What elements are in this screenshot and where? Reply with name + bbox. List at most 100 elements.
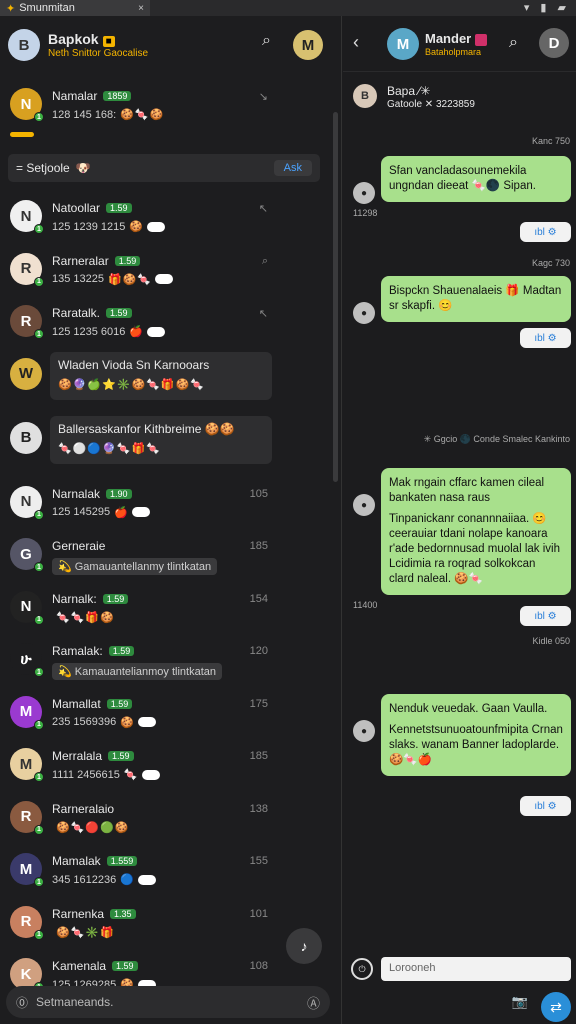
pinned-chat[interactable]: N1 Namalar 1859 128 145 168: 🍪🍬🍪 ↘ — [0, 80, 342, 137]
chat-title: Rarneralar — [52, 253, 109, 268]
account-badge: ■ — [102, 36, 115, 47]
avatar: R1 — [10, 800, 44, 835]
search-icon[interactable]: ⌕ — [262, 32, 271, 50]
reaction-pill — [147, 326, 166, 337]
chat-row[interactable]: R 1 Rarneralar 1.59 135 13225 🎁🍪🍬 ⌕ — [0, 245, 342, 298]
chat-time: 120 — [249, 645, 268, 657]
message-preview-box: Ballersaskanfor Kithbreime 🍪🍪 🍬⚪🔵🔮🍬🎁🍬 — [50, 415, 272, 464]
chat-title: Rarneralaio — [52, 801, 115, 816]
mic-icon[interactable]: ⓪ — [16, 994, 28, 1011]
chat-row[interactable]: N 1 Narnalk: 1.59 🍬🍬🎁🍪 154 — [0, 583, 342, 636]
list-header: B Bapkok ■ Neth Snittor Gaocalise ⌕ M — [0, 16, 342, 74]
message-time: 11298 — [353, 208, 378, 218]
section-title: = Setjoole — [16, 161, 70, 175]
tab-bar: ✦ Smunmitan × ▾ ▮ ▰ — [0, 0, 576, 16]
chat-row[interactable]: R 1 Raratalk. 1.59 125 1235 6016 🍎 ↖ — [0, 297, 342, 350]
avatar: N1 — [10, 485, 44, 520]
message-text: Sfan vancladasounemekila ungndan dieeat … — [389, 165, 536, 192]
app-tab[interactable]: ✦ Smunmitan × — [0, 0, 150, 16]
reaction-pill — [141, 769, 160, 780]
chat-preview: 125 145295 — [52, 506, 111, 518]
account-subtitle: Neth Snittor Gaocalise — [48, 48, 149, 59]
chat-row[interactable]: N 1 Narnalak 1.90 125 145295 🍎 105 — [0, 478, 342, 531]
system-status-icons: ▾ ▮ ▰ — [523, 2, 570, 14]
message-label: Kagc 730 — [531, 258, 570, 268]
music-icon[interactable]: ♪ — [286, 928, 322, 964]
chat-time: ↖ — [258, 203, 268, 215]
reaction-button[interactable]: ıbl ⚙ — [520, 328, 571, 348]
user-avatar[interactable]: M — [293, 30, 323, 60]
compose-bar[interactable]: ⓪ Setmaneands. Ⓐ — [6, 986, 330, 1018]
online-indicator: 1 — [34, 929, 44, 940]
chat-time: 155 — [249, 855, 268, 867]
avatar: M1 — [10, 748, 44, 782]
contact-avatar[interactable]: M — [387, 28, 419, 60]
reaction-button[interactable]: ıbl ⚙ — [520, 606, 571, 626]
chat-emojis: 🍪 — [129, 221, 145, 233]
chat-title: Mamallat — [52, 696, 101, 711]
online-indicator: 1 — [34, 772, 44, 782]
avatar: R1 — [10, 305, 44, 339]
back-icon[interactable]: ‹ — [353, 32, 359, 53]
chat-row[interactable]: M 1 Mamallat 1.59 235 1569396 🍪 175 — [0, 688, 342, 741]
chat-preview: 128 145 168: — [52, 108, 117, 121]
chat-tag: 1.59 — [102, 593, 129, 604]
group-chat-row[interactable]: W Wladen Vioda Sn Karnooars 🍪🔮🍏⭐✳️🍪🍬🎁🍪🍬 — [0, 350, 342, 414]
user-avatar[interactable]: D — [539, 28, 569, 58]
group-chat-row[interactable]: B Ballersaskanfor Kithbreime 🍪🍪 🍬⚪🔵🔮🍬🎁🍬 — [0, 414, 342, 478]
scrollbar[interactable] — [333, 112, 338, 482]
chat-time: 175 — [249, 697, 268, 710]
reaction-pill — [155, 274, 174, 284]
chat-row[interactable]: ሁ 1 Ramalak: 1.59 💫 Kamauantelianmoy tlintka… — [0, 635, 342, 688]
mic-icon[interactable]: ⏻ — [351, 958, 373, 980]
contact-subtitle: Bataholpmara — [425, 47, 482, 57]
chat-row[interactable]: N 1 Natoollar 1.59 125 1239 1215 🍪 ↖ — [0, 192, 342, 245]
compose-input[interactable]: Setmaneands. — [36, 995, 113, 1009]
message-bubble[interactable]: Nenduk veuedak. Gaan Vaulla. Kennetstsunu… — [381, 694, 571, 776]
sender-avatar[interactable]: ● — [353, 720, 375, 742]
send-icon[interactable]: ⇄ — [541, 992, 571, 1022]
reaction-button[interactable]: ıbl ⚙ — [520, 796, 571, 816]
message-bubble[interactable]: Bispckn Shauenalaeis 🎁 Madtan sr skapfi.… — [381, 276, 571, 322]
chat-time: 138 — [249, 802, 268, 815]
reaction-pill — [137, 874, 156, 885]
sender-avatar[interactable]: ● — [353, 494, 375, 516]
online-indicator: 1 — [34, 824, 44, 835]
close-tab-icon[interactable]: × — [138, 3, 144, 14]
chat-row[interactable]: M 1 Mamalak 1.559 345 1612236 🔵 155 — [0, 845, 342, 898]
action-icon[interactable]: Ⓐ — [307, 993, 320, 1012]
avatar: G1 — [10, 538, 44, 572]
profile-avatar[interactable]: B — [8, 29, 40, 61]
sender-avatar[interactable]: ● — [353, 302, 375, 324]
avatar: M1 — [10, 695, 44, 730]
chat-preview: 125 1239 1215 — [52, 220, 126, 233]
unread-indicator — [10, 132, 34, 137]
camera-icon[interactable]: 📷 — [509, 994, 531, 1014]
reaction-button[interactable]: ıbl ⚙ — [520, 222, 571, 242]
section-emoji: 🐶 — [75, 161, 91, 175]
chat-emojis: 🍪🍬✳️🎁 — [56, 926, 115, 939]
chat-emojis: 🔵 — [120, 874, 135, 886]
chat-list: N 1 Natoollar 1.59 125 1239 1215 🍪 ↖ R 1 Rarneral… — [0, 192, 342, 1003]
group-name: Bapa ⁄✳ — [387, 84, 431, 98]
chat-row[interactable]: G 1 Gerneraie 💫 Gamauantellanmy tlintkatan 1… — [0, 530, 342, 583]
sender-avatar[interactable]: ● — [353, 182, 375, 204]
message-label: ✳ Ggcio 🌑 Conde Smalec Kankinto — [423, 434, 570, 444]
reply-input[interactable]: Lorooneh — [381, 957, 571, 981]
group-info[interactable]: B Bapa ⁄✳ Gatoole ✕ 3223859 — [353, 80, 573, 120]
online-indicator: 1 — [34, 562, 44, 572]
chat-row[interactable]: R 1 Rarneralaio 🍪🍬🔴🟢🍪 138 — [0, 793, 342, 846]
message-bubble[interactable]: Sfan vancladasounemekila ungndan dieeat … — [381, 156, 571, 202]
reply-bar: ⏻ Lorooneh — [351, 956, 571, 982]
chat-row[interactable]: M 1 Merralala 1.59 1111 2456615 🍬 185 — [0, 740, 342, 793]
app-logo-icon: ✦ — [6, 2, 16, 15]
ask-button[interactable]: Ask — [273, 160, 312, 176]
chat-title: Gerneraie — [52, 539, 106, 553]
message-bubble[interactable]: Mak rngain cffarc kamen cileal bankaten … — [381, 468, 571, 595]
search-icon[interactable]: ⌕ — [509, 34, 518, 52]
chat-preview: 135 13225 — [52, 273, 104, 285]
chat-tag: 1.59 — [112, 961, 138, 971]
section-bar: = Setjoole 🐶 Ask — [8, 154, 320, 182]
chat-emojis: 🍬🍬🎁🍪 — [56, 611, 115, 624]
online-indicator: 1 — [34, 719, 44, 730]
